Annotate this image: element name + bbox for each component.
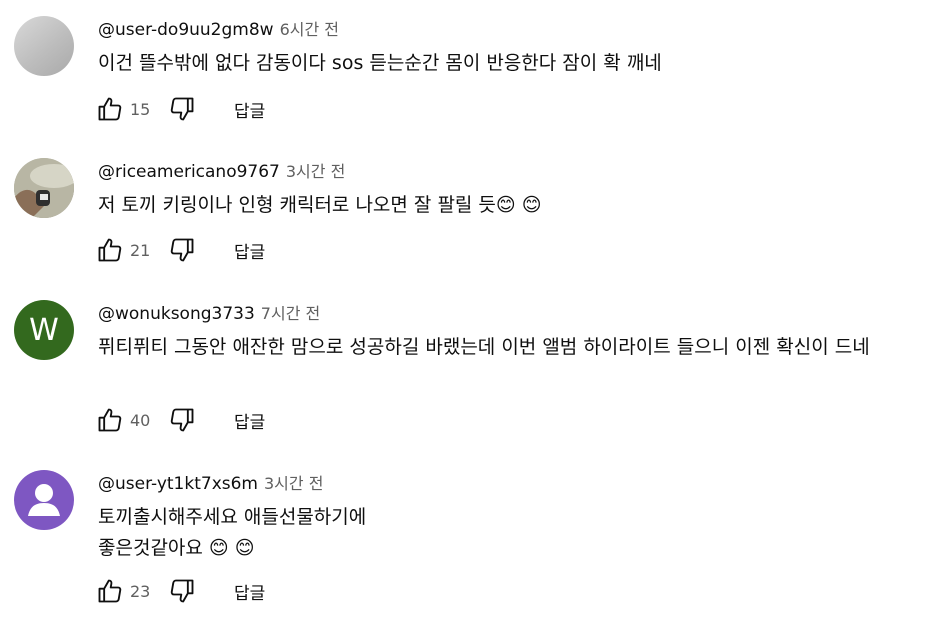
comment-text: 토끼출시해주세요 애들선물하기에 좋은것같아요 😊 😊 [98, 506, 367, 559]
reply-button[interactable]: 답글 [234, 408, 265, 433]
thumbs-up-icon [98, 238, 122, 262]
reply-button[interactable]: 답글 [234, 97, 265, 122]
like-button[interactable] [94, 234, 126, 266]
thumbs-down-icon [170, 97, 194, 121]
like-count: 15 [130, 99, 151, 119]
comment-text: 이건 뜰수밖에 없다 감동이다 sos 듣는순간 몸이 반응한다 잠이 확 깨네 [98, 52, 662, 74]
thumbs-up-icon [98, 408, 122, 432]
comment-toolbar: 21 답글 [94, 234, 265, 266]
dislike-button[interactable] [166, 404, 198, 436]
comment-time[interactable]: 6시간 전 [280, 16, 339, 40]
like-count: 21 [130, 240, 151, 260]
avatar[interactable] [14, 158, 74, 218]
comment-text: 저 토끼 키링이나 인형 캐릭터로 나오면 잘 팔릴 듯😊 😊 [98, 194, 542, 216]
comment-toolbar: 40 답글 [94, 404, 265, 436]
like-count: 23 [130, 581, 151, 601]
avatar[interactable] [14, 16, 74, 76]
dislike-button[interactable] [166, 575, 198, 607]
avatar-photo-icon [14, 158, 74, 218]
thumbs-up-icon [98, 97, 122, 121]
comment-header: @user-yt1kt7xs6m 3시간 전 [98, 470, 931, 496]
avatar[interactable]: W [14, 300, 74, 360]
comment-author[interactable]: @user-yt1kt7xs6m [98, 474, 258, 494]
like-button[interactable] [94, 93, 126, 125]
comment-header: @riceamericano9767 3시간 전 [98, 158, 931, 184]
comment-author[interactable]: @user-do9uu2gm8w [98, 20, 274, 40]
thumbs-down-icon [170, 579, 194, 603]
comment-header: @user-do9uu2gm8w 6시간 전 [98, 16, 931, 42]
thumbs-down-icon [170, 238, 194, 262]
reply-button[interactable]: 답글 [234, 238, 265, 263]
reply-button[interactable]: 답글 [234, 579, 265, 604]
comment-header: @wonuksong3733 7시간 전 [98, 300, 931, 326]
like-button[interactable] [94, 404, 126, 436]
like-count: 40 [130, 410, 151, 430]
thumbs-down-icon [170, 408, 194, 432]
comment-toolbar: 15 답글 [94, 93, 265, 125]
dislike-button[interactable] [166, 234, 198, 266]
comment-author[interactable]: @riceamericano9767 [98, 162, 280, 182]
comment-author[interactable]: @wonuksong3733 [98, 304, 255, 324]
comment-time[interactable]: 3시간 전 [264, 470, 323, 494]
avatar[interactable] [14, 470, 74, 530]
comment-time[interactable]: 7시간 전 [261, 300, 320, 324]
thumbs-up-icon [98, 579, 122, 603]
avatar-letter: W [29, 312, 59, 348]
default-person-icon [28, 484, 60, 516]
comment-toolbar: 23 답글 [94, 575, 265, 607]
comment-time[interactable]: 3시간 전 [286, 158, 345, 182]
comment-text: 퓌티퓌티 그동안 애잔한 맘으로 성공하길 바랬는데 이번 앨범 하이라이트 들… [98, 336, 870, 358]
like-button[interactable] [94, 575, 126, 607]
dislike-button[interactable] [166, 93, 198, 125]
